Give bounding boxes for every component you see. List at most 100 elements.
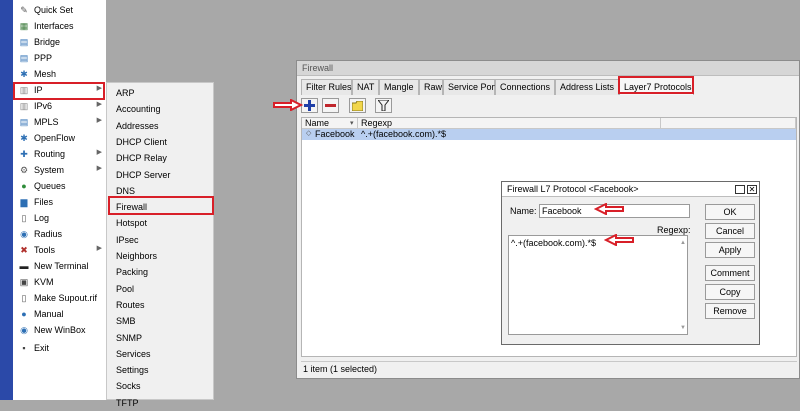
menu-item-files[interactable]: ▆ Files: [13, 194, 106, 210]
submenu-item-arp[interactable]: ARP: [107, 85, 213, 101]
menu-item-label: KVM: [34, 277, 54, 287]
menu-item-ipv6[interactable]: ▥ IPv6 ▶: [13, 98, 106, 114]
filter-button[interactable]: [375, 98, 392, 113]
menu-item-queues[interactable]: ● Queues: [13, 178, 106, 194]
menu-item-log[interactable]: ▯ Log: [13, 210, 106, 226]
submenu-item-ipsec[interactable]: IPsec: [107, 232, 213, 248]
menu-item-system[interactable]: ⚙ System ▶: [13, 162, 106, 178]
tab-filter-rules[interactable]: Filter Rules: [301, 79, 352, 95]
winbox-icon: ◉: [20, 325, 28, 335]
submenu-item-hotspot[interactable]: Hotspot: [107, 215, 213, 231]
tab-address-lists[interactable]: Address Lists: [555, 79, 619, 95]
l7-protocol-dialog: Firewall L7 Protocol <Facebook> ✕ Name: …: [501, 181, 760, 345]
menu-item-mpls[interactable]: ▤ MPLS ▶: [13, 114, 106, 130]
table-row[interactable]: ◇ Facebook ^.+(facebook.com).*$: [302, 129, 796, 140]
menu-item-make-supout-rif[interactable]: ▯ Make Supout.rif: [13, 290, 106, 306]
arrow-to-regexp-icon: [604, 234, 634, 246]
kvm-icon: ▣: [19, 277, 29, 287]
menu-item-tools[interactable]: ✖ Tools ▶: [13, 242, 106, 258]
submenu-item-settings[interactable]: Settings: [107, 362, 213, 378]
menu-item-mesh[interactable]: ✱ Mesh: [13, 66, 106, 82]
menu-item-exit[interactable]: ▪ Exit: [13, 340, 106, 356]
name-label: Name:: [510, 206, 537, 216]
menu-item-label: Radius: [34, 229, 63, 239]
remove-button[interactable]: [322, 98, 339, 113]
apply-button[interactable]: Apply: [705, 242, 755, 258]
mesh-icon: ✱: [20, 69, 28, 79]
sort-down-icon: ▾: [350, 120, 354, 127]
tab-service-ports[interactable]: Service Ports: [443, 79, 502, 95]
firewall-tabs: Filter Rules NAT Mangle Raw Service Ports Con…: [297, 77, 799, 95]
cancel-button[interactable]: Cancel: [705, 223, 755, 239]
tab-mangle[interactable]: Mangle: [379, 79, 419, 95]
menu-item-kvm[interactable]: ▣ KVM: [13, 274, 106, 290]
highlight-firewall-box: [108, 196, 214, 215]
row-marker-icon: ◇: [306, 130, 312, 137]
menu-item-quick-set[interactable]: ✎ Quick Set: [13, 2, 106, 18]
menu-item-bridge[interactable]: ▤ Bridge: [13, 34, 106, 50]
menu-item-manual[interactable]: ● Manual: [13, 306, 106, 322]
copy-button[interactable]: Copy: [705, 284, 755, 300]
minus-icon: [325, 104, 336, 107]
menu-item-label: Tools: [34, 245, 56, 255]
queues-icon: ●: [21, 181, 27, 191]
submenu-arrow-icon: ▶: [96, 101, 102, 108]
submenu-arrow-icon: ▶: [96, 165, 102, 172]
ok-button[interactable]: OK: [705, 204, 755, 220]
tab-connections[interactable]: Connections: [495, 79, 555, 95]
supout-icon: ▯: [21, 293, 27, 303]
interfaces-icon: ▦: [19, 21, 29, 31]
menu-item-label: System: [34, 165, 65, 175]
submenu-item-dhcp-client[interactable]: DHCP Client: [107, 134, 213, 150]
submenu-item-neighbors[interactable]: Neighbors: [107, 248, 213, 264]
column-header-regexp[interactable]: Regexp: [358, 118, 661, 129]
submenu-item-services[interactable]: Services: [107, 346, 213, 362]
ppp-icon: ▤: [19, 53, 29, 63]
submenu-item-routes[interactable]: Routes: [107, 297, 213, 313]
submenu-arrow-icon: ▶: [96, 117, 102, 124]
regexp-textarea[interactable]: ^.+(facebook.com).*$: [508, 235, 688, 335]
menu-item-ppp[interactable]: ▤ PPP: [13, 50, 106, 66]
tools-icon: ✖: [20, 245, 28, 255]
manual-icon: ●: [21, 309, 27, 319]
maximize-icon[interactable]: [735, 185, 745, 194]
tab-nat[interactable]: NAT: [352, 79, 379, 95]
row-regexp: ^.+(facebook.com).*$: [361, 129, 447, 139]
close-icon[interactable]: ✕: [747, 185, 757, 194]
menu-item-label: Routing: [34, 149, 66, 159]
menu-item-label: Quick Set: [34, 5, 74, 15]
menu-item-label: New WinBox: [34, 325, 86, 335]
submenu-item-tftp[interactable]: TFTP: [107, 395, 213, 411]
submenu-item-snmp[interactable]: SNMP: [107, 330, 213, 346]
tab-raw[interactable]: Raw: [419, 79, 443, 95]
submenu-item-socks[interactable]: Socks: [107, 378, 213, 394]
menu-item-interfaces[interactable]: ▦ Interfaces: [13, 18, 106, 34]
bridge-icon: ▤: [19, 37, 29, 47]
openflow-icon: ✱: [20, 133, 28, 143]
comment-button[interactable]: [349, 98, 366, 113]
scroll-down-icon[interactable]: ▼: [680, 325, 686, 331]
submenu-item-pool[interactable]: Pool: [107, 281, 213, 297]
menu-item-label: MPLS: [34, 117, 59, 127]
submenu-item-dhcp-server[interactable]: DHCP Server: [107, 167, 213, 183]
comment-dialog-button[interactable]: Comment: [705, 265, 755, 281]
menu-item-radius[interactable]: ◉ Radius: [13, 226, 106, 242]
plus-icon: [304, 100, 315, 111]
menu-item-routing[interactable]: ✚ Routing ▶: [13, 146, 106, 162]
submenu-item-addresses[interactable]: Addresses: [107, 118, 213, 134]
menu-item-openflow[interactable]: ✱ OpenFlow: [13, 130, 106, 146]
remove-dialog-button[interactable]: Remove: [705, 303, 755, 319]
submenu-item-dhcp-relay[interactable]: DHCP Relay: [107, 150, 213, 166]
menu-item-label: Interfaces: [34, 21, 74, 31]
submenu-item-packing[interactable]: Packing: [107, 264, 213, 280]
add-button[interactable]: [301, 98, 318, 113]
menu-item-label: Manual: [34, 309, 64, 319]
menu-item-label: Exit: [34, 343, 50, 353]
menu-item-new-terminal[interactable]: ▬ New Terminal: [13, 258, 106, 274]
submenu-item-smb[interactable]: SMB: [107, 313, 213, 329]
menu-item-label: Make Supout.rif: [34, 293, 98, 303]
menu-item-new-winbox[interactable]: ◉ New WinBox: [13, 322, 106, 338]
scroll-up-icon[interactable]: ▲: [680, 240, 686, 246]
radius-icon: ◉: [20, 229, 28, 239]
submenu-item-accounting[interactable]: Accounting: [107, 101, 213, 117]
